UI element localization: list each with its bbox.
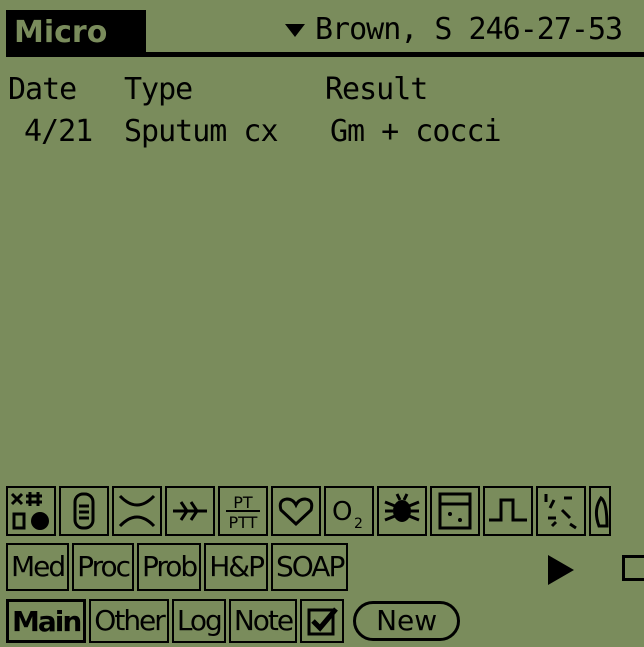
icon-toolbar: PT PTT O2 [6, 486, 644, 536]
tab-log[interactable]: Log [171, 599, 226, 643]
ptt-label: PTT [229, 513, 258, 532]
category-proc[interactable]: Proc [72, 543, 134, 591]
patient-name: Brown, S 246-27-53 [315, 12, 623, 47]
o2-icon[interactable]: O2 [324, 486, 374, 536]
ekg-icon[interactable] [165, 486, 215, 536]
tab-bar: Main Other Log Note New [6, 598, 461, 644]
app-title[interactable]: Micro [6, 10, 146, 56]
pt-ptt-icon[interactable]: PT PTT [218, 486, 268, 536]
category-prob[interactable]: Prob [137, 543, 202, 591]
category-med[interactable]: Med [6, 543, 70, 591]
urine-cup-icon[interactable] [430, 486, 480, 536]
orders-icon[interactable] [6, 486, 56, 536]
pt-label: PT [233, 493, 253, 512]
tab-other[interactable]: Other [89, 599, 169, 643]
table-row[interactable]: 4/21 Sputum cx Gm + cocci [0, 114, 644, 150]
table-header: Date Type Result [0, 72, 644, 108]
dropdown-arrow-icon [285, 23, 305, 37]
cell-result: Gm + cocci [330, 114, 502, 149]
col-date: Date [8, 72, 77, 107]
o2-label: O [332, 497, 352, 527]
heart-icon[interactable] [271, 486, 321, 536]
new-button[interactable]: New [353, 601, 461, 641]
tab-main[interactable]: Main [6, 599, 87, 643]
patient-dropdown[interactable]: Brown, S 246-27-53 [285, 10, 623, 50]
sparkle-icon[interactable] [536, 486, 586, 536]
tab-note[interactable]: Note [228, 599, 298, 643]
title-divider [6, 52, 644, 57]
col-result: Result [325, 72, 428, 107]
category-soap[interactable]: SOAP [270, 543, 349, 591]
next-arrow-icon[interactable] [548, 555, 574, 585]
cell-type: Sputum cx [124, 114, 279, 149]
cell-date: 4/21 [24, 114, 93, 149]
tube-icon[interactable] [59, 486, 109, 536]
col-type: Type [124, 72, 193, 107]
svg-text:2: 2 [354, 516, 363, 532]
xray-icon[interactable] [112, 486, 162, 536]
category-hp[interactable]: H&P [204, 543, 268, 591]
lungs-icon[interactable] [589, 486, 611, 536]
bug-icon[interactable] [377, 486, 427, 536]
pulse-icon[interactable] [483, 486, 533, 536]
title-bar: Micro Brown, S 246-27-53 [0, 0, 644, 58]
category-bar: Med Proc Prob H&P SOAP [6, 543, 351, 591]
screen-edge-icon[interactable] [622, 555, 644, 581]
checkbox-icon[interactable] [300, 599, 345, 643]
